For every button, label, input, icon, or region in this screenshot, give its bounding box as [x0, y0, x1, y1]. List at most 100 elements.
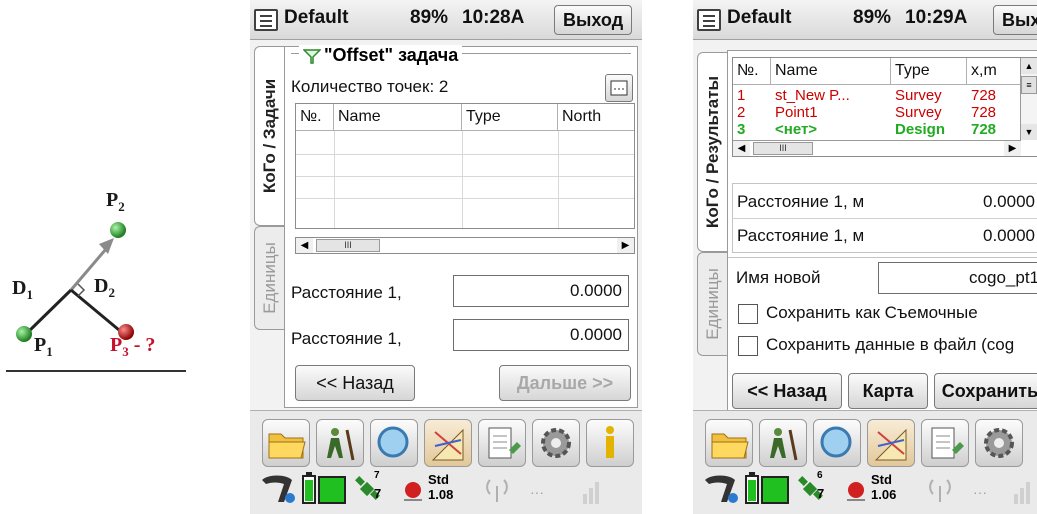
- survey-button[interactable]: [316, 419, 364, 467]
- notepad-icon: [931, 427, 964, 459]
- status-bar: 7 7 Std 1.08 ···: [250, 462, 642, 514]
- notepad-icon: [488, 427, 521, 459]
- task-panel: "Offset" задача Количество точек: 2 №. N…: [284, 45, 638, 408]
- position-status-icon: [847, 482, 865, 501]
- save-to-file-label: Сохранить данные в файл (cog: [766, 335, 1015, 354]
- next-button[interactable]: Дальше >>: [499, 365, 631, 401]
- results-panel: №. Name Type x,m 1 st_New P... Survey 72…: [727, 50, 1037, 412]
- scroll-left-arrow[interactable]: ◀: [733, 141, 750, 156]
- edit-button[interactable]: [478, 419, 526, 467]
- distance1-value: 0.0000: [983, 192, 1035, 211]
- scroll-thumb[interactable]: ≡: [1021, 76, 1037, 94]
- scroll-thumb[interactable]: III: [753, 142, 813, 155]
- tab-units[interactable]: Единицы: [697, 252, 727, 356]
- col-x[interactable]: x,m: [967, 58, 1019, 84]
- std-label: Std: [871, 472, 892, 487]
- table-row[interactable]: 3 <нет> Design 728: [733, 121, 1019, 138]
- col-type[interactable]: Type: [462, 104, 558, 130]
- table-vscrollbar[interactable]: ▲ ≡ ▼: [1020, 58, 1037, 140]
- col-name[interactable]: Name: [771, 58, 891, 84]
- settings-button[interactable]: [975, 419, 1023, 467]
- topcon-logo-icon: [705, 475, 738, 503]
- table-header: №. Name Type x,m: [733, 58, 1037, 85]
- magnifier-icon: [820, 426, 852, 458]
- label-p1: P1: [34, 334, 53, 359]
- results-table[interactable]: №. Name Type x,m 1 st_New P... Survey 72…: [732, 57, 1037, 157]
- open-folder-button[interactable]: [705, 419, 753, 467]
- battery-level: 89%: [853, 7, 892, 28]
- point-p2: [110, 222, 126, 238]
- signal-bars-icon: [1014, 482, 1030, 504]
- results-box: Расстояние 1, м 0.0000 Расстояние 1, м 0…: [732, 183, 1037, 253]
- cogo-triangle-icon: [431, 428, 464, 461]
- battery-icon: [745, 472, 759, 504]
- tab-cogo-results[interactable]: КоГо / Результаты: [697, 52, 727, 252]
- table-hscrollbar[interactable]: ◀ III ▶: [733, 140, 1021, 156]
- scroll-left-arrow[interactable]: ◀: [296, 238, 313, 253]
- tab-cogo-tasks[interactable]: КоГо / Задачи: [254, 46, 284, 226]
- magnifier-icon: [377, 426, 409, 458]
- start-menu-icon[interactable]: [697, 9, 721, 31]
- map-button[interactable]: Карта: [848, 373, 928, 409]
- survey-button[interactable]: [759, 419, 807, 467]
- title-bar: Default 89% 10:28A Выход: [250, 0, 642, 40]
- table-row[interactable]: 2 Point1 Survey 728: [733, 104, 1019, 121]
- std-value: 1.08: [428, 487, 454, 502]
- info-button[interactable]: [586, 419, 634, 467]
- topcon-logo-icon: [262, 475, 295, 503]
- scroll-down-arrow[interactable]: ▼: [1021, 124, 1037, 140]
- save-button[interactable]: Сохранить: [934, 373, 1037, 409]
- diagram-baseline: [6, 370, 186, 372]
- scroll-right-arrow[interactable]: ▶: [617, 238, 634, 253]
- profile-name: Default: [284, 7, 349, 28]
- back-button[interactable]: << Назад: [295, 365, 415, 401]
- select-points-button[interactable]: [605, 74, 633, 102]
- title-bar: Default 89% 10:29A Выход: [693, 0, 1037, 40]
- save-as-survey-checkbox[interactable]: [738, 304, 758, 324]
- distance1-input[interactable]: 0.0000: [453, 275, 629, 307]
- table-hscrollbar[interactable]: ◀ III ▶: [295, 237, 635, 254]
- scroll-right-arrow[interactable]: ▶: [1004, 141, 1021, 156]
- clock: 10:29A: [905, 7, 968, 28]
- clock: 10:28A: [462, 7, 525, 28]
- col-north[interactable]: North: [558, 104, 634, 130]
- exit-button[interactable]: Выход: [993, 5, 1037, 35]
- offset-geometry-figure: [16, 222, 134, 342]
- table-row[interactable]: 1 st_New P... Survey 728: [733, 87, 1019, 104]
- col-number[interactable]: №.: [296, 104, 334, 130]
- points-table[interactable]: №. Name Type North: [295, 103, 635, 229]
- distance1-label: Расстояние 1, м: [737, 192, 865, 211]
- label-d1: D1: [12, 277, 33, 302]
- point-p1: [16, 326, 32, 342]
- col-type[interactable]: Type: [891, 58, 967, 84]
- folder-icon: [268, 433, 306, 459]
- exit-button[interactable]: Выход: [554, 5, 633, 35]
- tab-units[interactable]: Единицы: [254, 226, 284, 330]
- col-name[interactable]: Name: [334, 104, 462, 130]
- satellites-used: 7: [374, 486, 382, 501]
- scroll-up-arrow[interactable]: ▲: [1021, 58, 1037, 74]
- cogo-button[interactable]: [424, 419, 472, 467]
- screen-offset-results: Default 89% 10:29A Выход КоГо / Результа…: [693, 0, 1037, 514]
- view-button[interactable]: [813, 419, 861, 467]
- scroll-thumb[interactable]: III: [316, 239, 380, 252]
- view-button[interactable]: [370, 419, 418, 467]
- save-to-file-checkbox[interactable]: [738, 336, 758, 356]
- cogo-button[interactable]: [867, 419, 915, 467]
- save-as-survey-label: Сохранить как Съемочные: [766, 303, 978, 322]
- gear-icon: [984, 428, 1014, 458]
- edit-button[interactable]: [921, 419, 969, 467]
- save-options: Имя новой cogo_pt1 Сохранить как Съемочн…: [728, 257, 1037, 361]
- radio-antenna-icon: [929, 479, 951, 502]
- task-title: "Offset" задача: [324, 45, 459, 65]
- open-folder-button[interactable]: [262, 419, 310, 467]
- back-button[interactable]: << Назад: [732, 373, 842, 409]
- distance2-input[interactable]: 0.0000: [453, 319, 629, 351]
- battery-icon: [302, 472, 316, 504]
- position-status-icon: [404, 482, 422, 501]
- col-number[interactable]: №.: [733, 58, 771, 84]
- settings-button[interactable]: [532, 419, 580, 467]
- new-name-input[interactable]: cogo_pt1: [878, 262, 1037, 294]
- start-menu-icon[interactable]: [254, 9, 278, 31]
- status-bar: 6 7 Std 1.06 ···: [693, 462, 1037, 514]
